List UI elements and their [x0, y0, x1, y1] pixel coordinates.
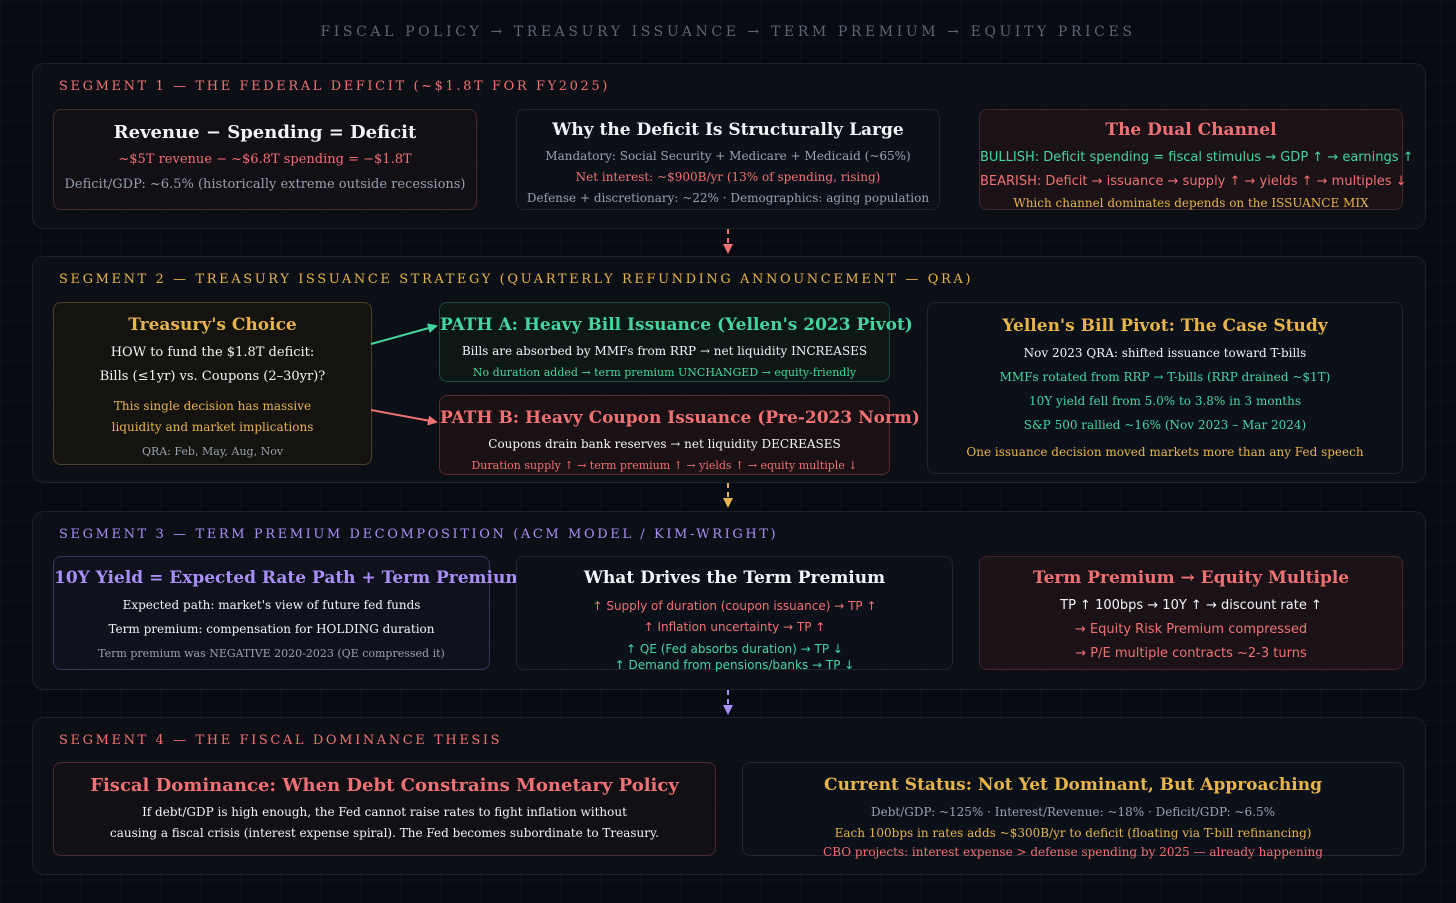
fiscal-dominance-title: Fiscal Dominance: When Debt Constrains M…: [90, 775, 679, 796]
bearish-line: BEARISH: Deficit → issuance → supply ↑ →…: [980, 174, 1407, 189]
structural-deficit-title: Why the Deficit Is Structurally Large: [552, 120, 904, 140]
deficit-equation-box: Revenue − Spending = Deficit ~$5T revenu…: [53, 109, 477, 210]
treasury-choice-box: Treasury's Choice HOW to fund the $1.8T …: [53, 302, 372, 465]
duration-supply-line: ↑ Supply of duration (coupon issuance) →…: [592, 599, 877, 613]
bills-vs-coupons-line: Bills (≤1yr) vs. Coupons (2–30yr)?: [99, 369, 326, 384]
segment-4-label: SEGMENT 4 — THE FISCAL DOMINANCE THESIS: [59, 733, 503, 748]
path-b-line-2: Duration supply ↑ → term premium ↑ → yie…: [471, 459, 858, 472]
path-b-line-1: Coupons drain bank reserves → net liquid…: [488, 437, 841, 451]
deficit-gdp-line: Deficit/GDP: ~6.5% (historically extreme…: [64, 177, 466, 192]
path-a-title: PATH A: Heavy Bill Issuance (Yellen's 20…: [440, 315, 913, 335]
segment-1: SEGMENT 1 — THE FEDERAL DEFICIT (~$1.8T …: [32, 63, 1426, 229]
dual-channel-box: The Dual Channel BULLISH: Deficit spendi…: [979, 109, 1414, 210]
bullish-line: BULLISH: Deficit spending = fiscal stimu…: [980, 150, 1414, 165]
case-study-box: Yellen's Bill Pivot: The Case Study Nov …: [927, 302, 1403, 474]
segment-2-label: SEGMENT 2 — TREASURY ISSUANCE STRATEGY (…: [59, 272, 974, 287]
current-status-box: Current Status: Not Yet Dominant, But Ap…: [742, 762, 1404, 859]
fiscal-dominance-box: Fiscal Dominance: When Debt Constrains M…: [53, 762, 716, 856]
fund-deficit-line: HOW to fund the $1.8T deficit:: [110, 345, 315, 360]
current-status-title: Current Status: Not Yet Dominant, But Ap…: [824, 775, 1322, 795]
segment-1-label: SEGMENT 1 — THE FEDERAL DEFICIT (~$1.8T …: [59, 79, 610, 94]
fiscal-dominance-line-1: If debt/GDP is high enough, the Fed cann…: [142, 805, 627, 819]
pension-demand-line: ↑ Demand from pensions/banks → TP ↓: [614, 658, 855, 672]
pe-contracts-line: → P/E multiple contracts ~2-3 turns: [1075, 646, 1307, 661]
expected-path-line: Expected path: market's view of future f…: [122, 598, 421, 612]
segment-2: SEGMENT 2 — TREASURY ISSUANCE STRATEGY (…: [32, 256, 1426, 483]
diagram-title: FISCAL POLICY → TREASURY ISSUANCE → TERM…: [320, 24, 1136, 40]
decision-line-2: liquidity and market implications: [111, 420, 314, 434]
tp-drivers-box: What Drives the Term Premium ↑ Supply of…: [516, 556, 953, 672]
discount-rate-line: TP ↑ 100bps → 10Y ↑ → discount rate ↑: [1060, 598, 1322, 613]
negative-tp-line: Term premium was NEGATIVE 2020-2023 (QE …: [98, 647, 445, 660]
treasury-choice-title: Treasury's Choice: [128, 315, 297, 335]
case-study-title: Yellen's Bill Pivot: The Case Study: [1002, 316, 1328, 336]
inflation-uncertainty-line: ↑ Inflation uncertainty → TP ↑: [643, 620, 826, 634]
net-interest-line: Net interest: ~$900B/yr (13% of spending…: [575, 170, 881, 184]
path-b-title: PATH B: Heavy Coupon Issuance (Pre-2023 …: [440, 408, 920, 428]
erp-line: → Equity Risk Premium compressed: [1074, 622, 1308, 637]
qe-line: ↑ QE (Fed absorbs duration) → TP ↓: [626, 642, 843, 656]
equity-multiple-box: Term Premium → Equity Multiple TP ↑ 100b…: [979, 556, 1403, 670]
rates-deficit-line: Each 100bps in rates adds ~$300B/yr to d…: [834, 826, 1312, 840]
decision-line-1: This single decision has massive: [113, 399, 312, 413]
case-study-line-3: 10Y yield fell from 5.0% to 3.8% in 3 mo…: [1028, 394, 1302, 408]
yield-decomposition-title: 10Y Yield = Expected Rate Path + Term Pr…: [54, 568, 524, 588]
case-study-line-2: MMFs rotated from RRP → T-bills (RRP dra…: [999, 370, 1331, 384]
segment-4: SEGMENT 4 — THE FISCAL DOMINANCE THESIS …: [32, 717, 1426, 875]
fiscal-dominance-line-2: causing a fiscal crisis (interest expens…: [110, 826, 659, 840]
dual-channel-title: The Dual Channel: [1105, 120, 1277, 140]
path-a-line-1: Bills are absorbed by MMFs from RRP → ne…: [461, 344, 868, 358]
tp-drivers-title: What Drives the Term Premium: [583, 568, 886, 588]
equity-multiple-title: Term Premium → Equity Multiple: [1032, 568, 1350, 588]
term-premium-line: Term premium: compensation for HOLDING d…: [108, 622, 435, 636]
qra-schedule: QRA: Feb, May, Aug, Nov: [141, 445, 284, 458]
segment-3-label: SEGMENT 3 — TERM PREMIUM DECOMPOSITION (…: [59, 527, 779, 542]
cbo-projection-line: CBO projects: interest expense > defense…: [823, 845, 1323, 859]
debt-ratios-line: Debt/GDP: ~125% · Interest/Revenue: ~18%…: [870, 805, 1276, 819]
path-a-box: PATH A: Heavy Bill Issuance (Yellen's 20…: [439, 302, 913, 382]
structural-deficit-box: Why the Deficit Is Structurally Large Ma…: [516, 109, 940, 210]
deficit-equation-title: Revenue − Spending = Deficit: [113, 122, 417, 143]
issuance-mix-note: Which channel dominates depends on the I…: [1013, 196, 1369, 210]
segment-3: SEGMENT 3 — TERM PREMIUM DECOMPOSITION (…: [32, 511, 1426, 690]
case-study-line-5: One issuance decision moved markets more…: [966, 445, 1364, 459]
yield-decomposition-box: 10Y Yield = Expected Rate Path + Term Pr…: [53, 556, 524, 670]
path-b-box: PATH B: Heavy Coupon Issuance (Pre-2023 …: [439, 395, 920, 475]
mandatory-line: Mandatory: Social Security + Medicare + …: [545, 149, 911, 163]
defense-line: Defense + discretionary: ~22% · Demograp…: [526, 191, 930, 205]
deficit-equation-line: ~$5T revenue − ~$6.8T spending = −$1.8T: [118, 152, 412, 167]
case-study-line-4: S&P 500 rallied ~16% (Nov 2023 – Mar 202…: [1023, 418, 1307, 432]
case-study-line-1: Nov 2023 QRA: shifted issuance toward T-…: [1023, 346, 1307, 360]
path-a-line-2: No duration added → term premium UNCHANG…: [472, 366, 857, 379]
